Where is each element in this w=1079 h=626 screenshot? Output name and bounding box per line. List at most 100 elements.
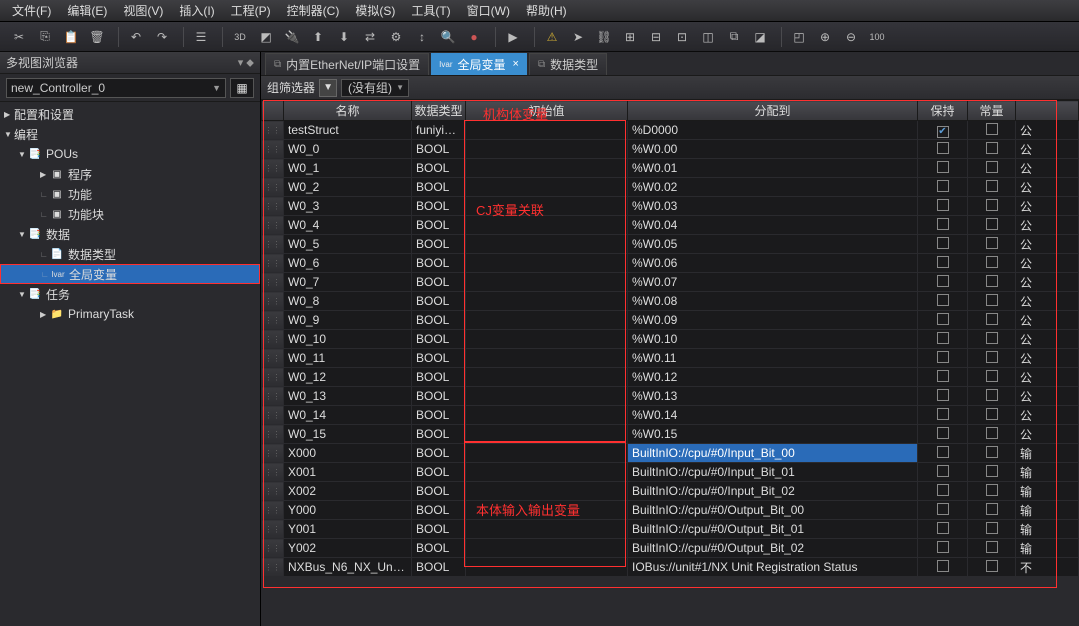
cell-name[interactable]: W0_9 bbox=[284, 311, 412, 330]
row-grip[interactable]: ⋮⋮ bbox=[262, 216, 284, 235]
row-grip[interactable]: ⋮⋮ bbox=[262, 520, 284, 539]
cell-type[interactable]: BOOL bbox=[412, 520, 466, 539]
cell-assign[interactable]: %W0.07 bbox=[628, 273, 918, 292]
cell-init[interactable] bbox=[466, 311, 628, 330]
table-row[interactable]: ⋮⋮testStructfuniyiStruct%D0000公 bbox=[262, 121, 1079, 140]
cell-assign[interactable]: BuiltInIO://cpu/#0/Input_Bit_00 bbox=[628, 444, 918, 463]
cell-extra[interactable]: 公 bbox=[1016, 216, 1079, 235]
tree-globalvar[interactable]: ∟Ivar全局变量 bbox=[0, 264, 260, 284]
cell-name[interactable]: X002 bbox=[284, 482, 412, 501]
cell-extra[interactable]: 公 bbox=[1016, 197, 1079, 216]
cell-type[interactable]: BOOL bbox=[412, 425, 466, 444]
cell-init[interactable] bbox=[466, 501, 628, 520]
zoomout-icon[interactable]: ⊖ bbox=[838, 25, 864, 49]
cell-retain[interactable] bbox=[918, 235, 968, 254]
cell-assign[interactable]: %W0.05 bbox=[628, 235, 918, 254]
cell-assign[interactable]: %W0.01 bbox=[628, 159, 918, 178]
cell-init[interactable] bbox=[466, 520, 628, 539]
tab-globalvar[interactable]: Ivar全局变量× bbox=[431, 53, 527, 75]
tab-ethernet[interactable]: ⧉内置EtherNet/IP端口设置 bbox=[265, 53, 429, 75]
cell-const[interactable] bbox=[968, 235, 1016, 254]
table-row[interactable]: ⋮⋮W0_13BOOL%W0.13公 bbox=[262, 387, 1079, 406]
cell-extra[interactable]: 不 bbox=[1016, 558, 1079, 577]
cell-init[interactable] bbox=[466, 349, 628, 368]
row-grip[interactable]: ⋮⋮ bbox=[262, 406, 284, 425]
link-icon[interactable]: ⛓ bbox=[591, 25, 617, 49]
row-grip[interactable]: ⋮⋮ bbox=[262, 444, 284, 463]
cell-retain[interactable] bbox=[918, 501, 968, 520]
cell-name[interactable]: Y002 bbox=[284, 539, 412, 558]
ins5-icon[interactable]: ⧉ bbox=[721, 25, 747, 49]
filter-dropdown[interactable]: (没有组) bbox=[341, 79, 409, 97]
cell-retain[interactable] bbox=[918, 520, 968, 539]
download-icon[interactable]: ⬇ bbox=[331, 25, 357, 49]
cell-const[interactable] bbox=[968, 197, 1016, 216]
row-grip[interactable]: ⋮⋮ bbox=[262, 159, 284, 178]
cell-extra[interactable]: 输 bbox=[1016, 463, 1079, 482]
tree-primarytask[interactable]: ▶📁PrimaryTask bbox=[0, 304, 260, 324]
cell-init[interactable] bbox=[466, 558, 628, 577]
row-grip[interactable]: ⋮⋮ bbox=[262, 539, 284, 558]
cell-extra[interactable]: 公 bbox=[1016, 140, 1079, 159]
row-grip[interactable]: ⋮⋮ bbox=[262, 273, 284, 292]
header-assign[interactable]: 分配到 bbox=[628, 101, 918, 121]
cell-const[interactable] bbox=[968, 121, 1016, 140]
cell-extra[interactable]: 公 bbox=[1016, 311, 1079, 330]
ins3-icon[interactable]: ⊡ bbox=[669, 25, 695, 49]
ins2-icon[interactable]: ⊟ bbox=[643, 25, 669, 49]
cell-assign[interactable]: %W0.13 bbox=[628, 387, 918, 406]
cell-extra[interactable]: 输 bbox=[1016, 444, 1079, 463]
table-row[interactable]: ⋮⋮NXBus_N6_NX_Unit_RBOOLIOBus://unit#1/N… bbox=[262, 558, 1079, 577]
menu-project[interactable]: 工程(P) bbox=[223, 0, 279, 21]
cell-name[interactable]: W0_13 bbox=[284, 387, 412, 406]
cell-name[interactable]: W0_2 bbox=[284, 178, 412, 197]
cell-assign[interactable]: %W0.06 bbox=[628, 254, 918, 273]
cell-const[interactable] bbox=[968, 311, 1016, 330]
cell-const[interactable] bbox=[968, 254, 1016, 273]
cell-retain[interactable] bbox=[918, 178, 968, 197]
cell-assign[interactable]: %W0.10 bbox=[628, 330, 918, 349]
cell-assign[interactable]: BuiltInIO://cpu/#0/Output_Bit_00 bbox=[628, 501, 918, 520]
menu-simulate[interactable]: 模拟(S) bbox=[347, 0, 403, 21]
filter-icon[interactable]: ▼ bbox=[319, 79, 337, 97]
cell-init[interactable] bbox=[466, 368, 628, 387]
cell-init[interactable] bbox=[466, 273, 628, 292]
cell-extra[interactable]: 公 bbox=[1016, 368, 1079, 387]
table-row[interactable]: ⋮⋮X002BOOLBuiltInIO://cpu/#0/Input_Bit_0… bbox=[262, 482, 1079, 501]
cell-assign[interactable]: %D0000 bbox=[628, 121, 918, 140]
cell-type[interactable]: BOOL bbox=[412, 482, 466, 501]
cell-name[interactable]: W0_10 bbox=[284, 330, 412, 349]
cell-type[interactable]: BOOL bbox=[412, 501, 466, 520]
menu-file[interactable]: 文件(F) bbox=[4, 0, 59, 21]
cell-type[interactable]: BOOL bbox=[412, 406, 466, 425]
cell-extra[interactable]: 公 bbox=[1016, 406, 1079, 425]
cell-extra[interactable]: 公 bbox=[1016, 121, 1079, 140]
cell-extra[interactable]: 输 bbox=[1016, 482, 1079, 501]
tree-function[interactable]: ∟▣功能 bbox=[0, 184, 260, 204]
cell-const[interactable] bbox=[968, 216, 1016, 235]
cell-type[interactable]: BOOL bbox=[412, 140, 466, 159]
cell-const[interactable] bbox=[968, 330, 1016, 349]
tree-pous[interactable]: ▼📑POUs bbox=[0, 144, 260, 164]
cell-extra[interactable]: 公 bbox=[1016, 273, 1079, 292]
menu-help[interactable]: 帮助(H) bbox=[518, 0, 575, 21]
cell-type[interactable]: BOOL bbox=[412, 254, 466, 273]
tree-programming[interactable]: ▼编程 bbox=[0, 124, 260, 144]
row-grip[interactable]: ⋮⋮ bbox=[262, 121, 284, 140]
cell-extra[interactable]: 公 bbox=[1016, 254, 1079, 273]
build-icon[interactable]: ⚙ bbox=[383, 25, 409, 49]
cell-init[interactable] bbox=[466, 463, 628, 482]
cell-assign[interactable]: %W0.15 bbox=[628, 425, 918, 444]
pin-icon[interactable]: ▾ ⬥ bbox=[238, 56, 254, 70]
cell-extra[interactable]: 公 bbox=[1016, 235, 1079, 254]
view3d-icon[interactable]: 3D bbox=[227, 25, 253, 49]
cell-type[interactable]: BOOL bbox=[412, 368, 466, 387]
tab-datatype[interactable]: ⧉数据类型 bbox=[529, 53, 607, 75]
cell-name[interactable]: W0_15 bbox=[284, 425, 412, 444]
header-retain[interactable]: 保持 bbox=[918, 101, 968, 121]
cell-const[interactable] bbox=[968, 558, 1016, 577]
table-row[interactable]: ⋮⋮W0_10BOOL%W0.10公 bbox=[262, 330, 1079, 349]
cell-type[interactable]: BOOL bbox=[412, 330, 466, 349]
cell-const[interactable] bbox=[968, 273, 1016, 292]
cell-assign[interactable]: BuiltInIO://cpu/#0/Input_Bit_02 bbox=[628, 482, 918, 501]
